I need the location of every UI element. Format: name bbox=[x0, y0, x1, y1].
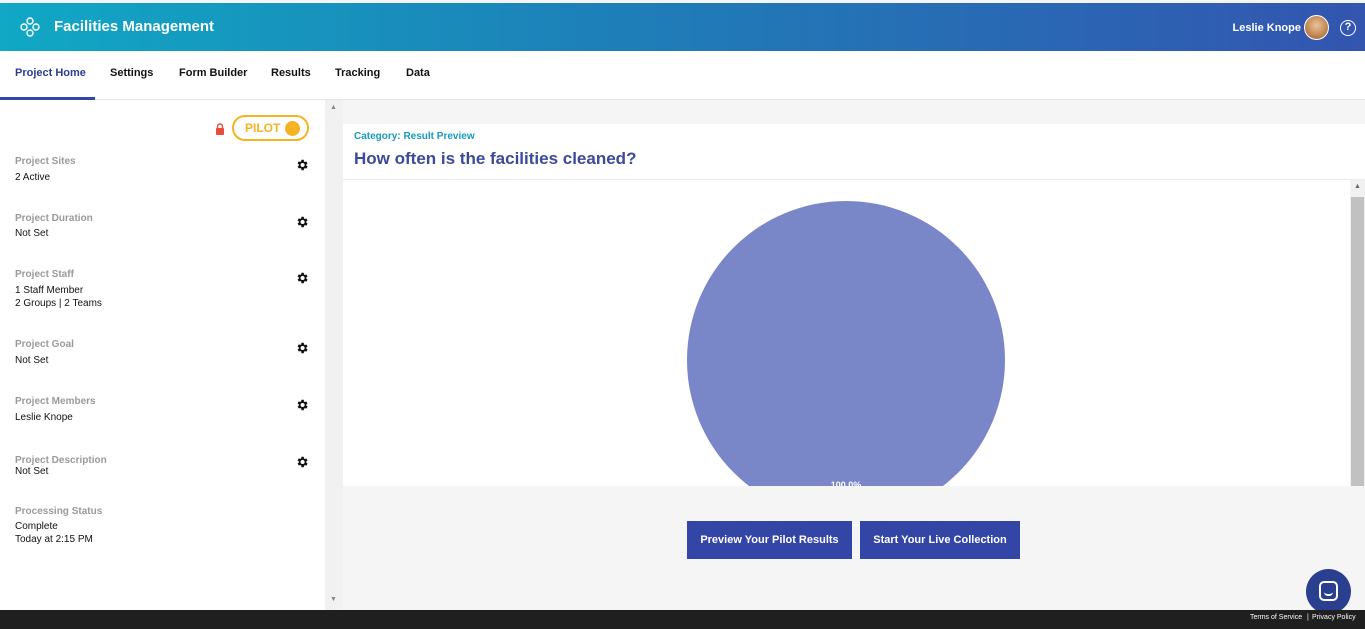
gear-icon[interactable] bbox=[295, 398, 309, 412]
app-title: Facilities Management bbox=[54, 18, 215, 35]
start-live-collection-button[interactable]: Start Your Live Collection bbox=[860, 521, 1020, 559]
preview-pilot-results-button[interactable]: Preview Your Pilot Results bbox=[687, 521, 852, 559]
project-goal-value: Not Set bbox=[15, 355, 49, 366]
footer bbox=[0, 610, 1365, 629]
chat-bubble-icon[interactable] bbox=[1306, 569, 1351, 614]
gear-icon[interactable] bbox=[295, 455, 309, 469]
user-name[interactable]: Leslie Knope bbox=[1233, 22, 1301, 34]
project-goal-label: Project Goal bbox=[15, 339, 74, 350]
toggle-knob bbox=[285, 121, 300, 136]
pilot-toggle[interactable]: PILOT bbox=[232, 115, 309, 141]
question-title: How often is the facilities cleaned? bbox=[354, 149, 637, 168]
tab-form-builder[interactable]: Form Builder bbox=[179, 67, 247, 79]
scroll-up-arrow[interactable]: ▲ bbox=[1354, 183, 1361, 190]
pilot-label: PILOT bbox=[245, 121, 281, 135]
terms-of-service-link[interactable]: Terms of Service bbox=[1250, 614, 1302, 621]
gear-icon[interactable] bbox=[295, 341, 309, 355]
molecule-logo-icon[interactable] bbox=[20, 17, 40, 37]
project-staff-label: Project Staff bbox=[15, 269, 74, 280]
project-sites-label: Project Sites bbox=[15, 156, 76, 167]
scroll-down-arrow[interactable]: ▼ bbox=[330, 596, 337, 603]
category-label: Category: Result Preview bbox=[354, 131, 475, 142]
chart-scrollbar[interactable]: ▲ bbox=[1350, 180, 1365, 486]
project-members-label: Project Members bbox=[15, 396, 96, 407]
chat-bubble-outline bbox=[1319, 581, 1338, 601]
project-staff-groups: 2 Groups | 2 Teams bbox=[15, 298, 102, 309]
tab-results[interactable]: Results bbox=[271, 67, 311, 79]
project-sites-value: 2 Active bbox=[15, 172, 51, 183]
gear-icon[interactable] bbox=[295, 271, 309, 285]
footer-separator: | bbox=[1307, 614, 1309, 621]
project-description-value: Not Set bbox=[15, 466, 49, 477]
tab-settings[interactable]: Settings bbox=[110, 67, 153, 79]
processing-status-time: Today at 2:15 PM bbox=[15, 534, 93, 545]
project-staff-value: 1 Staff Member bbox=[15, 285, 84, 296]
avatar[interactable] bbox=[1304, 15, 1329, 40]
processing-status-label: Processing Status bbox=[15, 506, 103, 517]
project-members-value: Leslie Knope bbox=[15, 412, 73, 423]
pie-slice[interactable] bbox=[687, 201, 1005, 486]
pie-chart: 100.0% bbox=[343, 180, 1350, 486]
sidebar-scrollbar[interactable]: ▲ ▼ bbox=[325, 100, 343, 610]
gear-icon[interactable] bbox=[295, 158, 309, 172]
lock-icon bbox=[216, 123, 224, 135]
tab-tracking[interactable]: Tracking bbox=[335, 67, 380, 79]
nav-tabs: Project Home Settings Form Builder Resul… bbox=[0, 51, 1365, 100]
scroll-up-arrow[interactable]: ▲ bbox=[330, 104, 337, 111]
tab-project-home[interactable]: Project Home bbox=[15, 67, 86, 79]
pie-chart-svg: 100.0% bbox=[687, 201, 1005, 486]
scrollbar-thumb[interactable] bbox=[1351, 197, 1364, 486]
action-area bbox=[343, 486, 1365, 610]
project-duration-label: Project Duration bbox=[15, 213, 93, 224]
gear-icon[interactable] bbox=[295, 215, 309, 229]
privacy-policy-link[interactable]: Privacy Policy bbox=[1312, 614, 1356, 621]
app-header: Facilities Management Leslie Knope ? bbox=[0, 3, 1365, 51]
processing-status-value: Complete bbox=[15, 521, 58, 532]
tab-data[interactable]: Data bbox=[406, 67, 430, 79]
help-circle-icon[interactable]: ? bbox=[1340, 20, 1356, 36]
project-duration-value: Not Set bbox=[15, 228, 49, 239]
